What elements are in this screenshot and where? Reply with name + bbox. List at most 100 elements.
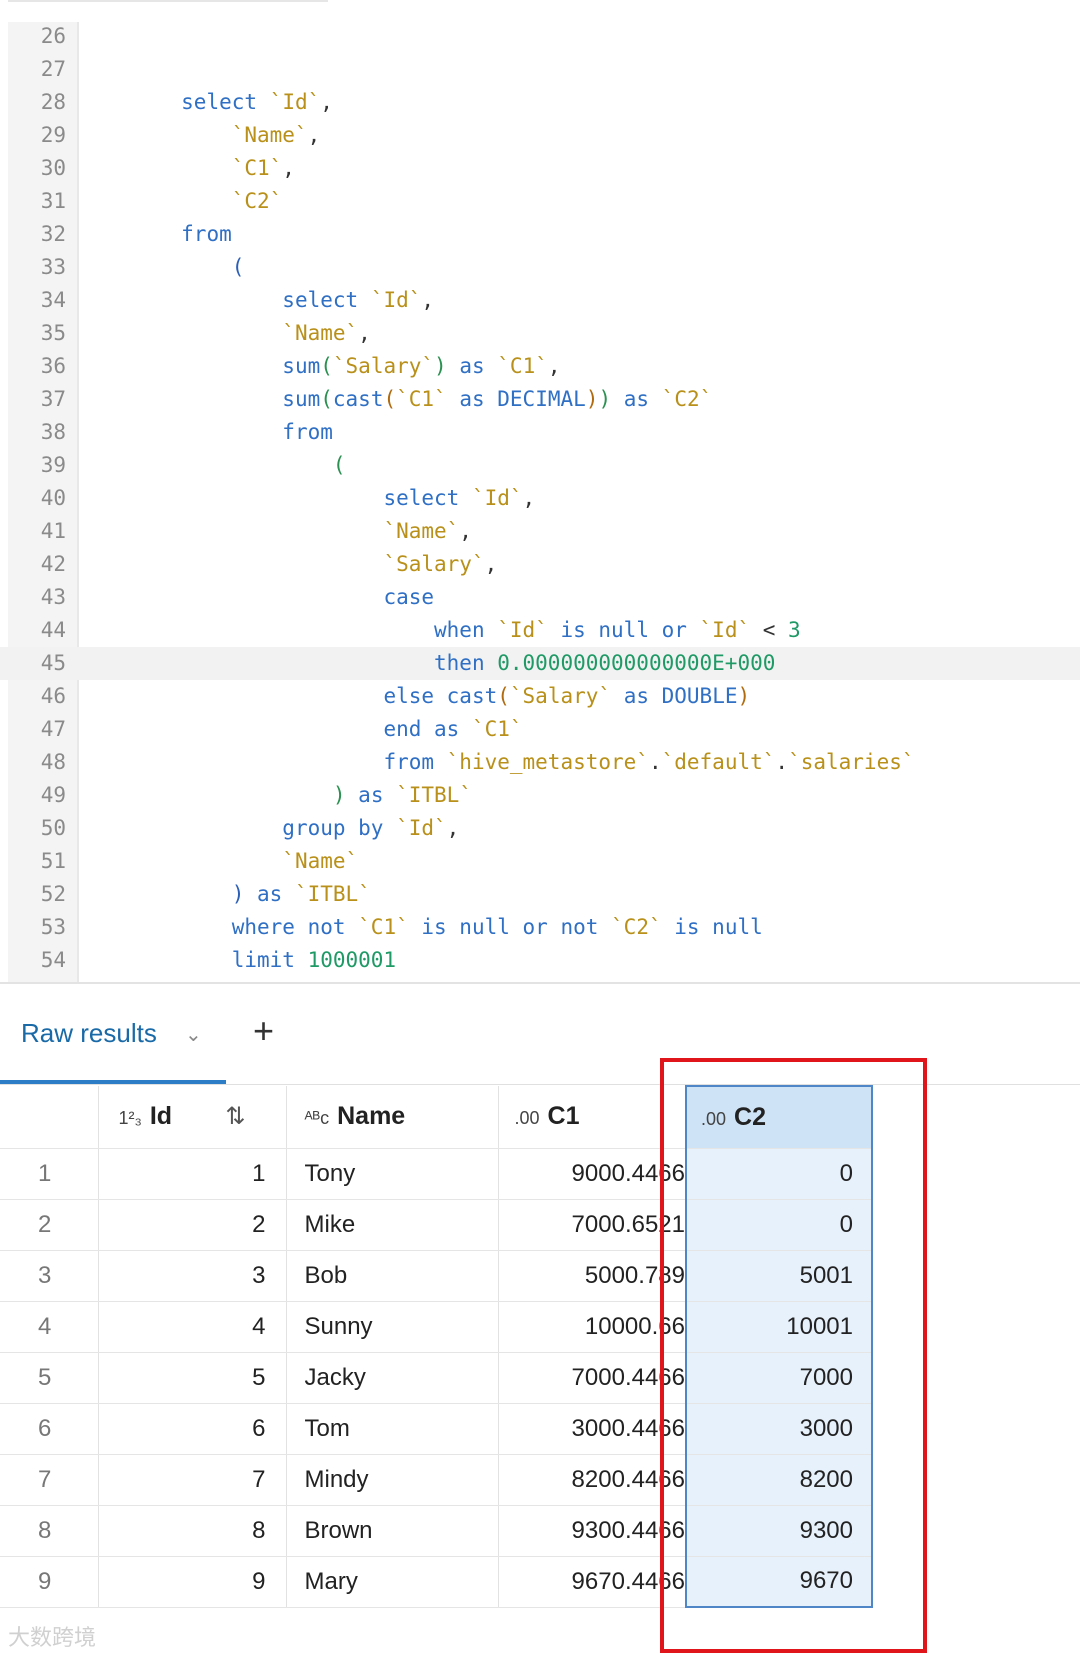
- row-number[interactable]: 2: [0, 1199, 99, 1251]
- cell-id[interactable]: 2: [98, 1199, 287, 1251]
- cell-name[interactable]: Jacky: [286, 1352, 499, 1404]
- line-number: 30: [40, 156, 66, 180]
- code-token: ): [585, 387, 599, 411]
- code-token: `C1`: [396, 387, 447, 411]
- row-number[interactable]: 3: [0, 1250, 99, 1302]
- code-line[interactable]: 54 limit 1000001: [0, 944, 1080, 977]
- code-line[interactable]: 30 `C1`,: [0, 152, 1080, 185]
- code-line[interactable]: 46 else cast(`Salary` as DOUBLE): [0, 680, 1080, 713]
- row-number[interactable]: 4: [0, 1301, 99, 1353]
- code-token: (: [332, 453, 346, 477]
- code-token: ,: [484, 552, 498, 576]
- code-line[interactable]: 39 (: [0, 449, 1080, 482]
- code-token: `C2`: [611, 915, 662, 939]
- code-text: `C1`,: [80, 152, 295, 185]
- line-number: 34: [40, 288, 66, 312]
- code-line[interactable]: 41 `Name`,: [0, 515, 1080, 548]
- editor-divider[interactable]: [0, 982, 1080, 984]
- code-line[interactable]: 45 then 0.000000000000000E+000: [0, 647, 1080, 680]
- cell-id[interactable]: 4: [98, 1301, 287, 1353]
- cell-name[interactable]: Mike: [286, 1199, 499, 1251]
- code-line[interactable]: 51 `Name`: [0, 845, 1080, 878]
- tab-raw-results[interactable]: Raw results: [21, 1018, 157, 1049]
- code-line[interactable]: 29 `Name`,: [0, 119, 1080, 152]
- cell-c1[interactable]: 7000.4466: [498, 1352, 687, 1404]
- column-header-c1[interactable]: .00 C1: [498, 1086, 687, 1149]
- code-line[interactable]: 47 end as `C1`: [0, 713, 1080, 746]
- code-line[interactable]: 33 (: [0, 251, 1080, 284]
- code-line[interactable]: 37 sum(cast(`C1` as DECIMAL)) as `C2`: [0, 383, 1080, 416]
- code-line[interactable]: 34 select `Id`,: [0, 284, 1080, 317]
- code-text: from: [80, 218, 232, 251]
- add-tab-button[interactable]: +: [253, 1010, 274, 1052]
- code-line[interactable]: 38 from: [0, 416, 1080, 449]
- cell-id[interactable]: 3: [98, 1250, 287, 1302]
- cell-c1[interactable]: 9300.4466: [498, 1505, 687, 1557]
- code-token: `C1`: [231, 156, 283, 180]
- cell-name[interactable]: Tony: [286, 1148, 499, 1200]
- sort-icon[interactable]: ⇅: [225, 1102, 245, 1131]
- code-line[interactable]: 43 case: [0, 581, 1080, 614]
- code-token: ): [598, 387, 612, 411]
- code-token: 3: [788, 618, 801, 642]
- cell-id[interactable]: 5: [98, 1352, 287, 1404]
- row-number[interactable]: 7: [0, 1454, 99, 1506]
- row-number[interactable]: 6: [0, 1403, 99, 1455]
- code-line[interactable]: 42 `Salary`,: [0, 548, 1080, 581]
- cell-name[interactable]: Mindy: [286, 1454, 499, 1506]
- cell-c1[interactable]: 10000.66: [498, 1301, 687, 1353]
- code-token: from: [181, 222, 232, 246]
- code-token: `salaries`: [788, 750, 915, 774]
- row-number[interactable]: 1: [0, 1148, 99, 1200]
- cell-id[interactable]: 7: [98, 1454, 287, 1506]
- cell-c1[interactable]: 9000.4466: [498, 1148, 687, 1200]
- cell-name[interactable]: Brown: [286, 1505, 499, 1557]
- chevron-down-icon[interactable]: ⌄: [185, 1022, 202, 1047]
- code-line[interactable]: 48 from `hive_metastore`.`default`.`sala…: [0, 746, 1080, 779]
- cell-name[interactable]: Sunny: [286, 1301, 499, 1353]
- code-line[interactable]: 50 group by `Id`,: [0, 812, 1080, 845]
- cell-name[interactable]: Tom: [286, 1403, 499, 1455]
- cell-name[interactable]: Mary: [286, 1556, 499, 1608]
- code-line[interactable]: 36 sum(`Salary`) as `C1`,: [0, 350, 1080, 383]
- line-number: 50: [40, 816, 66, 840]
- code-token: <: [750, 618, 789, 642]
- code-token: ): [231, 882, 245, 906]
- code-line[interactable]: 52 ) as `ITBL`: [0, 878, 1080, 911]
- cell-c1[interactable]: 9670.4466: [498, 1556, 687, 1608]
- code-line[interactable]: 53 where not `C1` is null or not `C2` is…: [0, 911, 1080, 944]
- line-number: 36: [40, 354, 66, 378]
- cell-id[interactable]: 9: [98, 1556, 287, 1608]
- code-line[interactable]: 35 `Name`,: [0, 317, 1080, 350]
- column-header-id[interactable]: 1²₃ Id ⇅: [98, 1086, 287, 1149]
- code-line[interactable]: 26: [0, 22, 1080, 53]
- code-line[interactable]: 44 when `Id` is null or `Id` < 3: [0, 614, 1080, 647]
- code-line[interactable]: 40 select `Id`,: [0, 482, 1080, 515]
- row-number[interactable]: 5: [0, 1352, 99, 1404]
- cell-id[interactable]: 1: [98, 1148, 287, 1200]
- cell-c1[interactable]: 7000.6521: [498, 1199, 687, 1251]
- sql-editor[interactable]: 26 27 28 select `Id`, 29 `Name`, 30 `C1`, 31 …: [0, 22, 1080, 982]
- cell-id[interactable]: 6: [98, 1403, 287, 1455]
- column-header-name[interactable]: ᴬᴮc Name: [286, 1086, 499, 1149]
- code-token: `Id`: [396, 816, 447, 840]
- code-line[interactable]: 27: [0, 53, 1080, 86]
- cell-c1[interactable]: 8200.4466: [498, 1454, 687, 1506]
- code-token: ): [434, 354, 447, 378]
- cell-c1[interactable]: 5000.789: [498, 1250, 687, 1302]
- cell-name[interactable]: Bob: [286, 1250, 499, 1302]
- code-text: `Name`,: [80, 515, 472, 548]
- row-number[interactable]: 9: [0, 1556, 99, 1608]
- code-line[interactable]: 31 `C2`: [0, 185, 1080, 218]
- code-line[interactable]: 49 ) as `ITBL`: [0, 779, 1080, 812]
- cell-id[interactable]: 8: [98, 1505, 287, 1557]
- code-line[interactable]: 32 from: [0, 218, 1080, 251]
- row-number[interactable]: 8: [0, 1505, 99, 1557]
- code-line[interactable]: 28 select `Id`,: [0, 86, 1080, 119]
- cell-c1[interactable]: 3000.4466: [498, 1403, 687, 1455]
